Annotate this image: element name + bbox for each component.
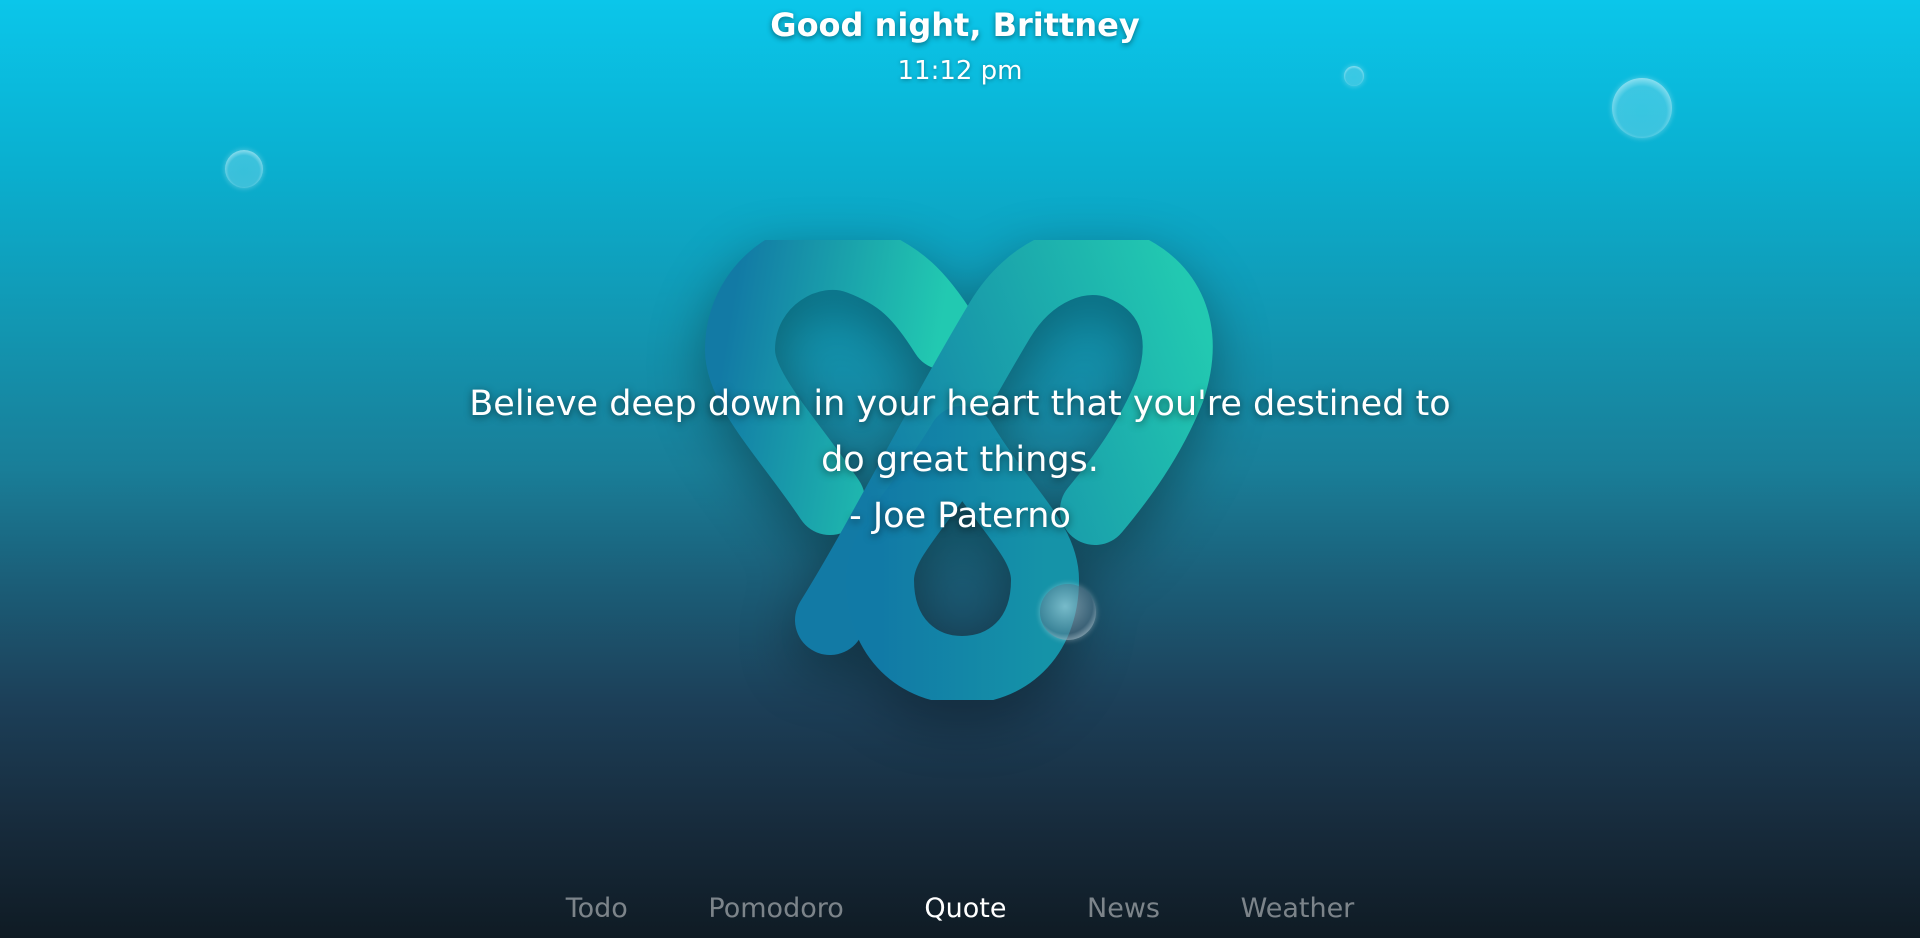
bubble-decoration: [1344, 66, 1364, 86]
bottom-nav: Todo Pomodoro Quote News Weather: [0, 893, 1920, 924]
nav-tab-weather[interactable]: Weather: [1241, 893, 1355, 924]
quote-author: - Joe Paterno: [849, 496, 1071, 536]
nav-tab-todo[interactable]: Todo: [566, 893, 628, 924]
greeting: Good night, Brittney: [770, 6, 1140, 44]
bubble-decoration: [225, 150, 263, 188]
nav-tab-quote[interactable]: Quote: [924, 893, 1006, 924]
quote-text: Believe deep down in your heart that you…: [469, 384, 1451, 480]
nav-tab-news[interactable]: News: [1087, 893, 1160, 924]
bubble-decoration: [1612, 78, 1672, 138]
quote-block: Believe deep down in your heart that you…: [460, 376, 1460, 544]
bubble-decoration: [1040, 584, 1096, 640]
nav-tab-pomodoro[interactable]: Pomodoro: [708, 893, 843, 924]
